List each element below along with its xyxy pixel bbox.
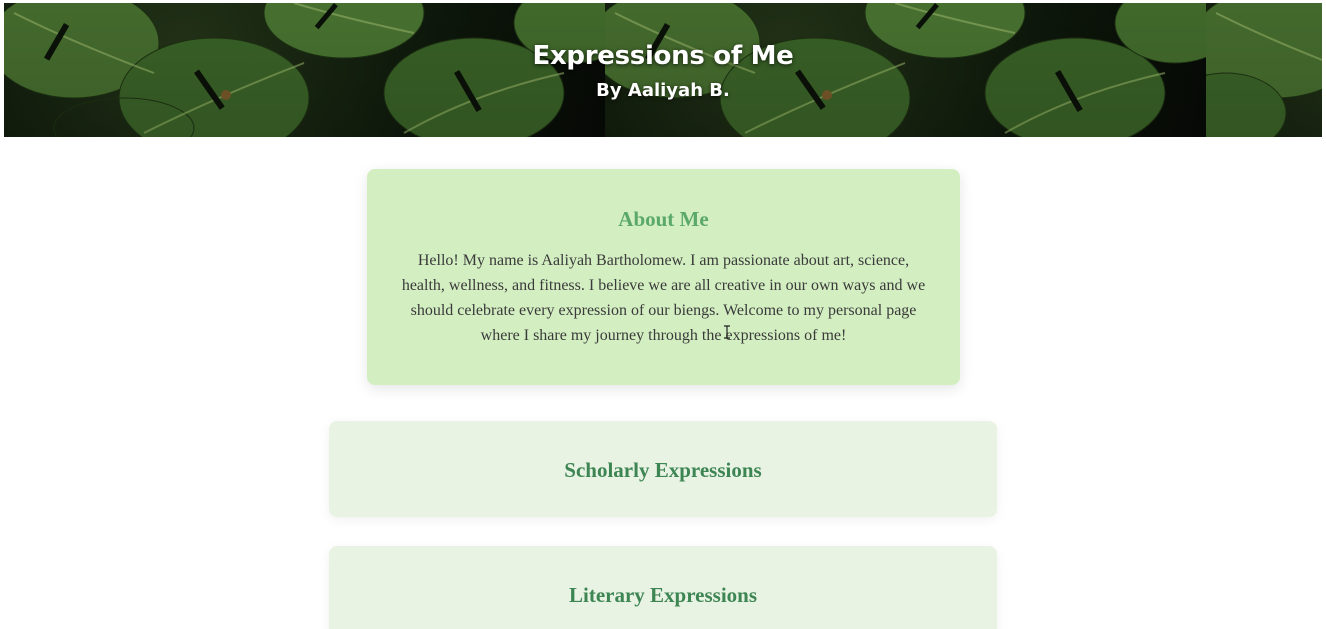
scholarly-expressions-heading: Scholarly Expressions	[564, 458, 762, 482]
page: Expressions of Me By Aaliyah B. About Me…	[0, 0, 1326, 629]
page-subtitle: By Aaliyah B.	[596, 80, 730, 101]
literary-expressions-heading: Literary Expressions	[568, 583, 758, 607]
about-me-heading: About Me	[618, 207, 709, 231]
about-me-text: Hello! My name is Aaliyah Bartholomew. I…	[401, 252, 926, 344]
header-banner: Expressions of Me By Aaliyah B.	[4, 3, 1322, 137]
scholarly-expressions-card[interactable]: Scholarly Expressions	[329, 421, 997, 517]
page-title: Expressions of Me	[532, 41, 794, 71]
text-cursor-icon	[724, 325, 730, 339]
literary-expressions-card[interactable]: Literary Expressions	[329, 546, 997, 629]
about-me-card: About Me Hello! My name is Aaliyah Barth…	[367, 169, 960, 385]
